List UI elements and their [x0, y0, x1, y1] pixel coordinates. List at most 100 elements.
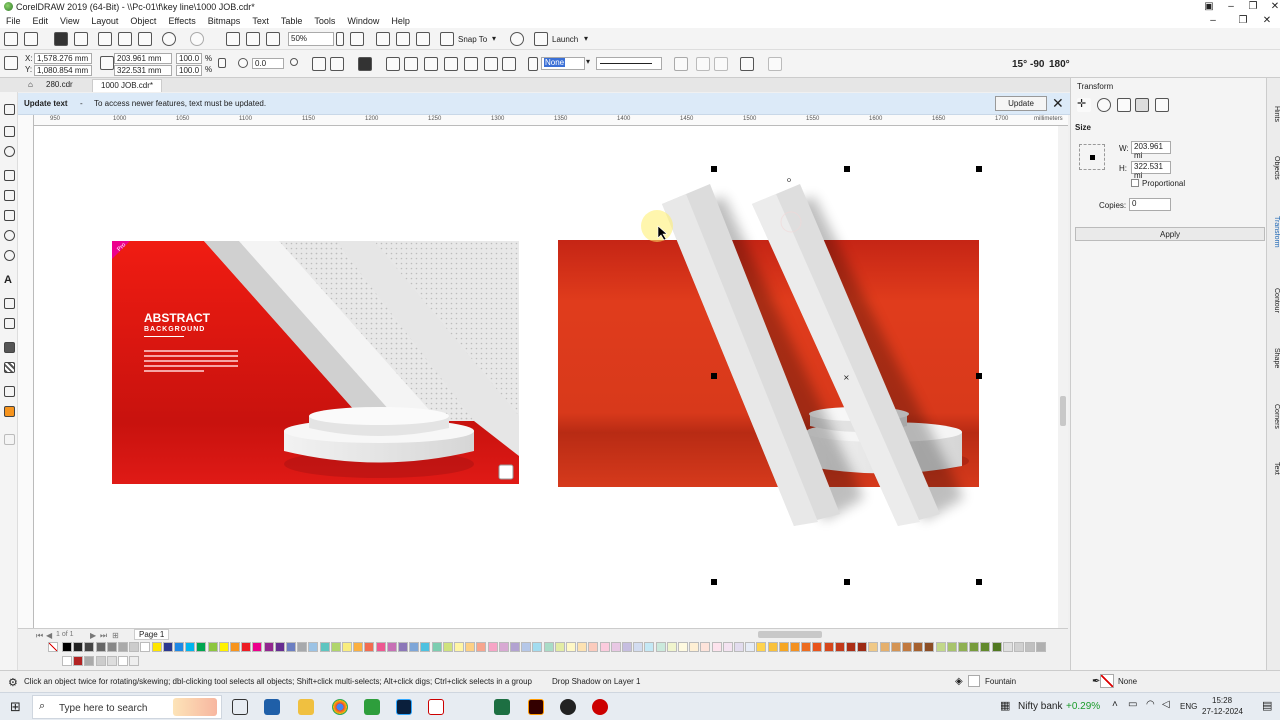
palette-swatch[interactable]: [756, 642, 767, 652]
palette-swatch[interactable]: [498, 642, 509, 652]
full-screen-icon[interactable]: [350, 32, 364, 46]
taskbar-search-box[interactable]: ⌕ Type here to search: [32, 695, 222, 719]
close-icon[interactable]: ✕: [1052, 95, 1064, 111]
menu-view[interactable]: View: [54, 14, 85, 28]
palette-swatch[interactable]: [700, 642, 711, 652]
rotate-15-button[interactable]: 15°: [1012, 59, 1027, 70]
y-position-field[interactable]: 1,080.854 mm: [34, 65, 92, 76]
rotate-180-button[interactable]: 180°: [1049, 59, 1070, 70]
palette-swatch[interactable]: [722, 642, 733, 652]
palette-swatch[interactable]: [689, 642, 700, 652]
transparency-tool-icon[interactable]: [4, 362, 15, 373]
horizontal-scroll-thumb[interactable]: [758, 631, 822, 638]
shape-tool-icon[interactable]: [4, 104, 15, 115]
palette-swatch[interactable]: [252, 642, 263, 652]
palette-swatch[interactable]: [532, 642, 543, 652]
menu-layout[interactable]: Layout: [85, 14, 124, 28]
palette-swatch[interactable]: [666, 642, 677, 652]
cut-icon[interactable]: [98, 32, 112, 46]
mirror-vertical-icon[interactable]: [330, 57, 344, 71]
paste-icon[interactable]: [138, 32, 152, 46]
ellipse-tool-icon[interactable]: [4, 230, 15, 241]
align-distribute-icon[interactable]: [740, 57, 754, 71]
menu-object[interactable]: Object: [124, 14, 162, 28]
launch-icon[interactable]: [534, 32, 548, 46]
zoom-level-field[interactable]: 50%: [288, 32, 334, 46]
palette-swatch[interactable]: [73, 642, 84, 652]
palette-swatch[interactable]: [1025, 642, 1036, 652]
palette-swatch[interactable]: [902, 642, 912, 652]
palette-swatch[interactable]: [431, 642, 442, 652]
screen-recorder-icon[interactable]: [592, 699, 608, 715]
palette-swatch[interactable]: [711, 642, 722, 652]
size-icon[interactable]: [1135, 98, 1149, 112]
volume-icon[interactable]: ◁: [1162, 699, 1170, 710]
palette-swatch[interactable]: [454, 642, 464, 652]
palette-swatch[interactable]: [398, 642, 408, 652]
selection-handle[interactable]: [844, 579, 850, 585]
wrap-text-icon[interactable]: [674, 57, 688, 71]
print-icon[interactable]: [74, 32, 88, 46]
windows-start-icon[interactable]: ⊞: [10, 699, 21, 715]
corel-photo-icon[interactable]: [364, 699, 380, 715]
palette-swatch[interactable]: [241, 642, 252, 652]
intersect-icon[interactable]: [484, 57, 498, 71]
document-palette-swatch[interactable]: [95, 656, 106, 666]
connector-tool-icon[interactable]: [4, 318, 15, 329]
palette-swatch[interactable]: [801, 642, 812, 652]
palette-swatch[interactable]: [577, 642, 588, 652]
palette-swatch[interactable]: [420, 642, 431, 652]
palette-swatch[interactable]: [823, 642, 834, 652]
rotation-angle-field[interactable]: 0.0: [252, 58, 284, 69]
photoshop-icon[interactable]: [396, 699, 412, 715]
copies-field[interactable]: 0: [1129, 198, 1171, 211]
text-tool-icon[interactable]: A: [4, 274, 15, 286]
height-field[interactable]: 322.531 mm: [114, 65, 172, 76]
menu-file[interactable]: File: [0, 14, 27, 28]
palette-swatch[interactable]: [521, 642, 532, 652]
palette-swatch[interactable]: [599, 642, 610, 652]
show-guidelines-icon[interactable]: [416, 32, 430, 46]
palette-swatch[interactable]: [476, 642, 487, 652]
doc-close-button[interactable]: ✕: [1254, 14, 1280, 28]
zoom-magnifier-icon[interactable]: [498, 464, 514, 480]
palette-swatch[interactable]: [980, 642, 991, 652]
palette-swatch[interactable]: [554, 642, 565, 652]
palette-swatch[interactable]: [263, 642, 274, 652]
eyedropper-tool-icon[interactable]: [4, 386, 15, 397]
show-rulers-icon[interactable]: [376, 32, 390, 46]
proportional-checkbox[interactable]: [1131, 179, 1139, 187]
document-palette-swatch[interactable]: [84, 656, 95, 666]
coreldraw-taskbar-icon[interactable]: [264, 699, 280, 715]
rotate-icon[interactable]: [1097, 98, 1111, 112]
snap-to-button[interactable]: Snap To: [458, 35, 487, 44]
palette-swatch[interactable]: [991, 642, 1002, 652]
snap-to-chevron-icon[interactable]: ▾: [492, 34, 496, 43]
palette-swatch[interactable]: [465, 642, 476, 652]
network-icon[interactable]: ▭: [1128, 699, 1137, 710]
open-folder-icon[interactable]: [24, 32, 38, 46]
show-grid-icon[interactable]: [396, 32, 410, 46]
palette-swatch[interactable]: [140, 642, 151, 652]
launch-button[interactable]: Launch: [552, 35, 578, 44]
palette-swatch[interactable]: [375, 642, 386, 652]
document-palette-swatch[interactable]: [73, 656, 84, 666]
rotation-center-icon[interactable]: [290, 58, 298, 66]
docker-tab-objects[interactable]: Objects: [1268, 156, 1280, 180]
outline-width-chevron-icon[interactable]: ▾: [586, 57, 590, 66]
palette-swatch[interactable]: [308, 642, 319, 652]
palette-swatch[interactable]: [610, 642, 621, 652]
weld-icon[interactable]: [444, 57, 458, 71]
zoom-tool-icon[interactable]: [4, 146, 15, 157]
drop-shadow-tool-icon[interactable]: [4, 342, 15, 353]
palette-swatch[interactable]: [196, 642, 207, 652]
palette-swatch[interactable]: [678, 642, 688, 652]
palette-swatch[interactable]: [185, 642, 196, 652]
document-palette-swatch[interactable]: [129, 656, 140, 666]
palette-swatch[interactable]: [84, 642, 95, 652]
tab-1000-job[interactable]: 1000 JOB.cdr*: [92, 79, 163, 92]
palette-swatch[interactable]: [442, 642, 453, 652]
palette-swatch[interactable]: [330, 642, 341, 652]
document-palette-swatch[interactable]: [106, 656, 117, 666]
import-icon[interactable]: [226, 32, 240, 46]
